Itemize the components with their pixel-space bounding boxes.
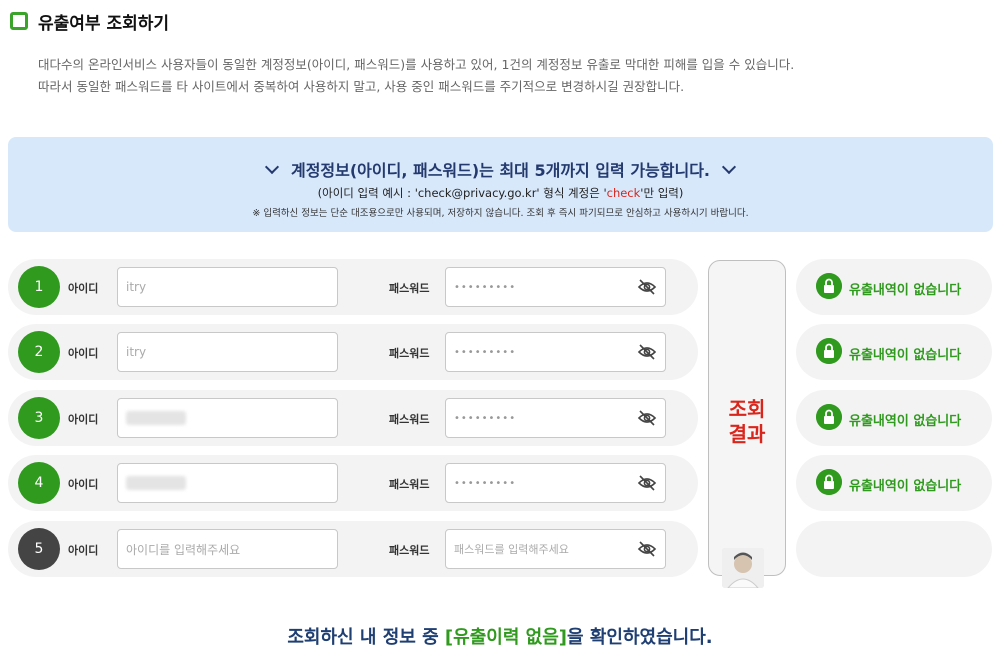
id-input[interactable]: itry (117, 267, 338, 307)
eye-off-icon[interactable] (637, 279, 657, 295)
eye-off-icon[interactable] (637, 344, 657, 360)
result-label-line-2: 결과 (728, 422, 766, 446)
notice-example-highlight: check (606, 186, 641, 200)
row-number: 4 (18, 462, 60, 504)
notice-disclaimer: ※ 입력하신 정보는 단순 대조용으로만 사용되며, 저장하지 않습니다. 조회… (252, 208, 749, 219)
password-input[interactable]: ••••••••• (445, 463, 666, 503)
eye-off-icon[interactable] (637, 541, 657, 557)
summary-highlight: [유출이력 없음] (444, 627, 568, 648)
row-number: 5 (18, 528, 60, 570)
description-line-2: 따라서 동일한 패스워드를 타 사이트에서 중복하여 사용하지 말고, 사용 중… (38, 79, 685, 94)
lock-icon (816, 404, 842, 430)
password-label: 패스워드 (389, 282, 430, 295)
lock-icon (816, 273, 842, 299)
id-input[interactable]: itry (117, 332, 338, 372)
summary-message: 조회하신 내 정보 중 [유출이력 없음]을 확인하였습니다. (0, 623, 1000, 649)
lock-icon (816, 338, 842, 364)
notice-example-suffix: '만 입력) (640, 186, 684, 200)
id-input[interactable]: 아이디를 입력해주세요 (117, 529, 338, 569)
chevron-down-icon (721, 159, 737, 174)
id-input[interactable] (117, 463, 338, 503)
password-mask: ••••••••• (454, 412, 517, 424)
result-text: 유출내역이 없습니다 (849, 479, 962, 494)
result-badge-2: 유출내역이 없습니다 (796, 324, 992, 380)
notice-panel: 계정정보(아이디, 패스워드)는 최대 5개까지 입력 가능합니다. (아이디 … (8, 137, 993, 232)
result-badge-5-empty (796, 521, 992, 577)
password-label: 패스워드 (389, 413, 430, 426)
account-row-4: 4 아이디 패스워드 ••••••••• (8, 455, 698, 511)
password-mask: ••••••••• (454, 281, 517, 293)
notice-example-prefix: (아이디 입력 예시 : 'check@privacy.go.kr' 형식 계정… (317, 186, 607, 200)
result-button-label: 조회 결과 (709, 397, 785, 447)
row-number: 3 (18, 397, 60, 439)
avatar (722, 548, 764, 588)
notice-headline-row: 계정정보(아이디, 패스워드)는 최대 5개까지 입력 가능합니다. (8, 157, 993, 181)
eye-off-icon[interactable] (637, 410, 657, 426)
password-placeholder: 패스워드를 입력해주세요 (454, 543, 569, 556)
blurred-id-value (126, 411, 186, 425)
id-input[interactable] (117, 398, 338, 438)
password-mask: ••••••••• (454, 477, 517, 489)
section-title: 유출여부 조회하기 (10, 10, 170, 34)
account-row-3: 3 아이디 패스워드 ••••••••• (8, 390, 698, 446)
password-input[interactable]: ••••••••• (445, 398, 666, 438)
description: 대다수의 온라인서비스 사용자들이 동일한 계정정보(아이디, 패스워드)를 사… (38, 54, 794, 98)
password-label: 패스워드 (389, 544, 430, 557)
row-number: 1 (18, 266, 60, 308)
id-placeholder: 아이디를 입력해주세요 (126, 542, 241, 557)
result-label-line-1: 조회 (728, 397, 766, 421)
result-badge-4: 유출내역이 없습니다 (796, 455, 992, 511)
id-label: 아이디 (68, 347, 99, 360)
password-label: 패스워드 (389, 347, 430, 360)
summary-prefix: 조회하신 내 정보 중 (287, 627, 445, 648)
account-row-5: 5 아이디 아이디를 입력해주세요 패스워드 패스워드를 입력해주세요 (8, 521, 698, 577)
chevron-down-icon (264, 159, 280, 174)
password-input[interactable]: ••••••••• (445, 332, 666, 372)
id-label: 아이디 (68, 282, 99, 295)
result-badge-3: 유출내역이 없습니다 (796, 390, 992, 446)
checkbox-square-icon (10, 12, 28, 30)
blurred-id-value (126, 476, 186, 490)
result-badge-1: 유출내역이 없습니다 (796, 259, 992, 315)
id-label: 아이디 (68, 478, 99, 491)
summary-suffix: 을 확인하였습니다. (567, 627, 713, 648)
account-row-2: 2 아이디 itry 패스워드 ••••••••• (8, 324, 698, 380)
lookup-result-button[interactable]: 조회 결과 (708, 260, 786, 576)
result-text: 유출내역이 없습니다 (849, 283, 962, 298)
result-text: 유출내역이 없습니다 (849, 348, 962, 363)
id-value: itry (126, 345, 147, 359)
description-line-1: 대다수의 온라인서비스 사용자들이 동일한 계정정보(아이디, 패스워드)를 사… (38, 57, 795, 72)
person-avatar-icon (722, 548, 764, 588)
eye-off-icon[interactable] (637, 475, 657, 491)
notice-headline: 계정정보(아이디, 패스워드)는 최대 5개까지 입력 가능합니다. (290, 161, 711, 180)
page-title: 유출여부 조회하기 (38, 13, 170, 34)
row-number: 2 (18, 331, 60, 373)
result-text: 유출내역이 없습니다 (849, 414, 962, 429)
password-mask: ••••••••• (454, 346, 517, 358)
id-label: 아이디 (68, 413, 99, 426)
password-input[interactable]: 패스워드를 입력해주세요 (445, 529, 666, 569)
id-value: itry (126, 280, 147, 294)
lock-icon (816, 469, 842, 495)
notice-example: (아이디 입력 예시 : 'check@privacy.go.kr' 형식 계정… (8, 185, 993, 201)
account-row-1: 1 아이디 itry 패스워드 ••••••••• (8, 259, 698, 315)
id-label: 아이디 (68, 544, 99, 557)
password-input[interactable]: ••••••••• (445, 267, 666, 307)
password-label: 패스워드 (389, 478, 430, 491)
